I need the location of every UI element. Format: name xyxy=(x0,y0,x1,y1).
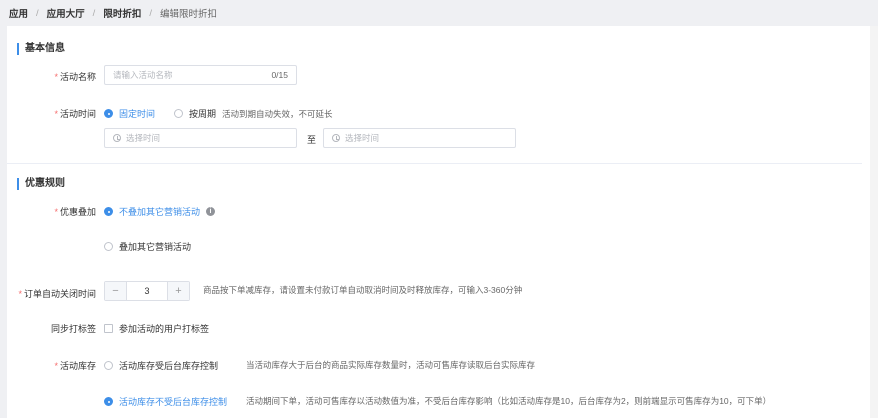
order-close-label: * 订单自动关闭时间 xyxy=(18,289,96,299)
radio-off-icon[interactable] xyxy=(104,242,113,251)
radio-fixed-time[interactable]: 固定时间 xyxy=(104,107,155,120)
order-close-stepper: − 3 + xyxy=(104,281,190,301)
end-time-picker[interactable]: 选择时间 xyxy=(323,128,516,148)
section-title-basic: 基本信息 xyxy=(17,43,65,55)
sync-tag-label: 同步打标签 xyxy=(50,324,96,334)
breadcrumb: 应用 / 应用大厅 / 限时折扣 / 编辑限时折扣 xyxy=(0,0,878,26)
inventory-limited-hint: 当活动库存大于后台的商品实际库存数量时，活动可售库存读取后台实际库存 xyxy=(246,360,536,370)
required-mark: * xyxy=(54,109,58,119)
radio-inventory-limited[interactable]: 活动库存受后台库存控制 xyxy=(104,359,218,372)
section-title-rules: 优惠规则 xyxy=(17,178,65,190)
activity-time-hint: 活动到期自动失效，不可延长 xyxy=(222,108,333,119)
stepper-plus-button[interactable]: + xyxy=(167,282,189,300)
time-range-separator: 至 xyxy=(307,135,317,145)
radio-stacking-label: 叠加其它营销活动 xyxy=(119,242,192,252)
stacking-label: * 优惠叠加 xyxy=(54,207,96,217)
radio-on-icon[interactable] xyxy=(104,109,113,118)
breadcrumb-item-app-hall[interactable]: 应用大厅 xyxy=(47,6,85,20)
end-time-placeholder: 选择时间 xyxy=(345,133,380,143)
breadcrumb-item-app[interactable]: 应用 xyxy=(9,6,28,20)
breadcrumb-separator: / xyxy=(149,7,152,19)
radio-fixed-time-label: 固定时间 xyxy=(119,109,156,119)
clock-icon xyxy=(113,134,121,142)
required-mark: * xyxy=(54,361,58,371)
start-time-picker[interactable]: 选择时间 xyxy=(104,128,297,148)
activity-name-placeholder: 请输入活动名称 xyxy=(113,70,173,80)
radio-cycle-label: 按周期 xyxy=(189,109,217,119)
breadcrumb-item-limited-discount[interactable]: 限时折扣 xyxy=(103,6,141,20)
breadcrumb-separator: / xyxy=(92,7,96,19)
section-divider xyxy=(7,163,862,164)
required-mark: * xyxy=(18,289,22,299)
radio-off-icon[interactable] xyxy=(104,361,113,370)
radio-on-icon[interactable] xyxy=(104,207,113,216)
radio-no-stacking[interactable]: 不叠加其它营销活动 i xyxy=(104,205,216,218)
activity-time-label: * 活动时间 xyxy=(54,109,96,119)
activity-name-label: * 活动名称 xyxy=(54,72,96,82)
required-mark: * xyxy=(54,207,58,217)
inventory-free-hint: 活动期间下单，活动可售库存以活动数值为准，不受后台库存影响（比如活动库存是10，… xyxy=(246,396,772,406)
stepper-value[interactable]: 3 xyxy=(127,282,167,300)
radio-inventory-limited-label: 活动库存受后台库存控制 xyxy=(119,361,219,371)
breadcrumb-separator: / xyxy=(36,7,39,19)
radio-off-icon[interactable] xyxy=(174,109,183,118)
radio-cycle[interactable]: 按周期 活动到期自动失效，不可延长 xyxy=(174,107,333,120)
order-close-hint: 商品按下单减库存，请设置未付款订单自动取消时间及时释放库存，可输入3-360分钟 xyxy=(203,285,523,295)
start-time-placeholder: 选择时间 xyxy=(126,133,161,143)
sync-tag-checkbox-label: 参加活动的用户打标签 xyxy=(119,324,210,334)
stepper-minus-button[interactable]: − xyxy=(105,282,127,300)
radio-stacking[interactable]: 叠加其它营销活动 xyxy=(104,240,191,253)
form-card: 基本信息 * 活动名称 请输入活动名称 0/15 * 活动时间 固定时间 按周期 活… xyxy=(7,26,877,418)
radio-inventory-free[interactable]: 活动库存不受后台库存控制 xyxy=(104,395,227,408)
scrollbar[interactable] xyxy=(870,26,878,418)
sync-tag-checkbox[interactable]: 参加活动的用户打标签 xyxy=(104,322,209,335)
radio-inventory-free-label: 活动库存不受后台库存控制 xyxy=(119,397,228,407)
activity-name-count: 0/15 xyxy=(271,70,288,80)
breadcrumb-current: 编辑限时折扣 xyxy=(159,9,217,20)
clock-icon xyxy=(332,134,340,142)
inventory-label: * 活动库存 xyxy=(54,361,96,371)
activity-name-input[interactable]: 请输入活动名称 0/15 xyxy=(104,65,297,85)
radio-no-stacking-label: 不叠加其它营销活动 xyxy=(119,207,201,217)
required-mark: * xyxy=(54,72,58,82)
checkbox-icon[interactable] xyxy=(104,324,113,333)
info-icon[interactable]: i xyxy=(206,207,216,216)
radio-on-icon[interactable] xyxy=(104,397,113,406)
